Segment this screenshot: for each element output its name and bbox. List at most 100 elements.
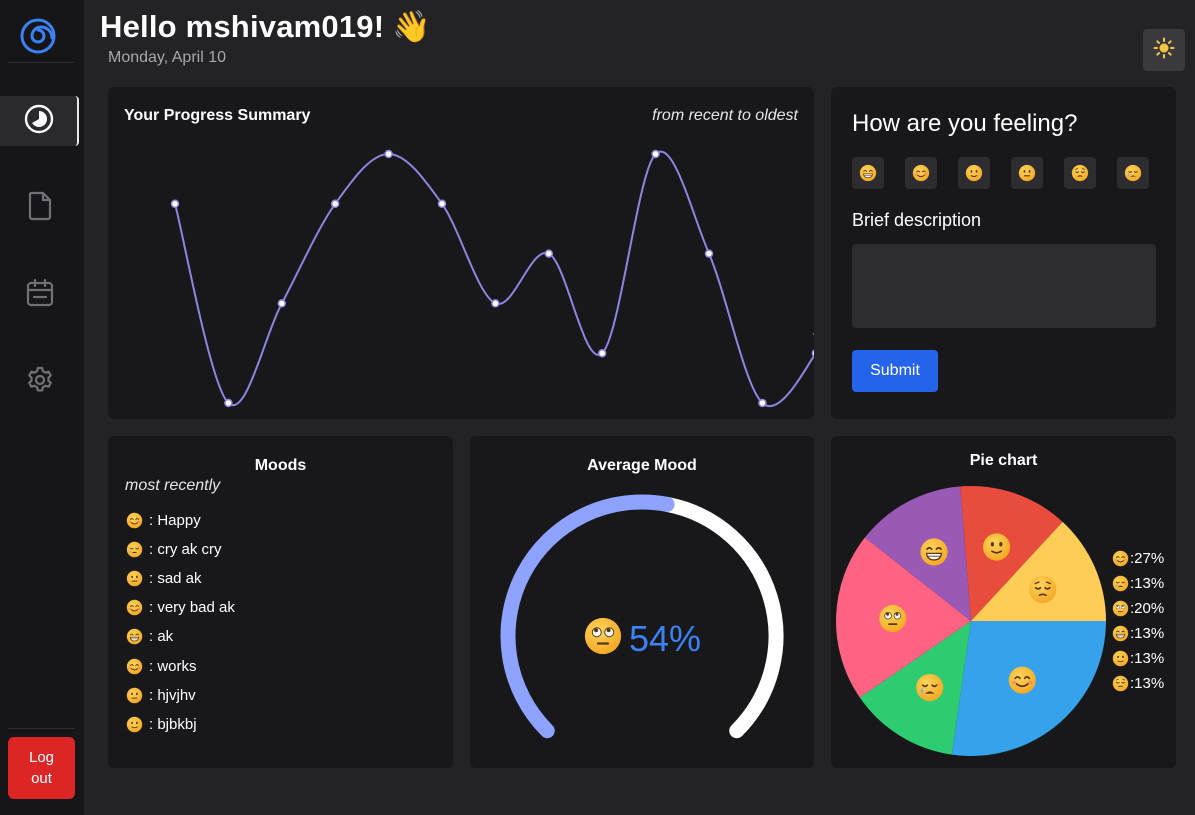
progress-point[interactable] [330, 199, 340, 209]
slight-smile-face-icon [126, 716, 143, 733]
smiling-face-icon [126, 658, 143, 675]
pensive-face-icon [1112, 675, 1129, 692]
mood-list-item: : hjvjhv [126, 681, 235, 710]
pie-legend-item: :27% [1112, 546, 1164, 571]
smiling-face-icon [126, 599, 143, 616]
progress-point[interactable] [437, 199, 447, 209]
page-title: Hello mshivam019! 👋 [100, 8, 431, 45]
rolling-eyes-face-icon [1112, 600, 1129, 617]
spiral-logo-icon[interactable] [20, 18, 56, 54]
moods-subtitle: most recently [125, 477, 221, 494]
feeling-card: How are you feeling? Brief description S… [831, 87, 1176, 419]
crying-face-icon [1112, 575, 1129, 592]
mood-list-item: : bjbkbj [126, 710, 235, 739]
progress-point[interactable] [651, 149, 660, 159]
sidebar: Log out [0, 0, 84, 815]
progress-card: Your Progress Summary from recent to old… [108, 87, 814, 419]
gear-icon [25, 365, 55, 400]
mood-list: : Happy : cry ak cry : sad ak : very bad ak… [126, 506, 235, 739]
neutral-face-icon [1018, 164, 1036, 182]
progress-point[interactable] [811, 349, 814, 358]
mood-list-text: : bjbkbj [149, 715, 197, 733]
current-date: Monday, April 10 [108, 49, 226, 66]
pie-legend-text: :13% [1130, 575, 1165, 592]
pie-legend-item: :13% [1112, 621, 1164, 646]
submit-button[interactable]: Submit [852, 350, 938, 392]
document-icon [26, 191, 54, 226]
calendar-icon [25, 278, 55, 313]
average-percent: 54% [628, 617, 702, 659]
progress-line-series [174, 150, 814, 407]
sidebar-item-documents[interactable] [0, 183, 79, 233]
pie-legend-item: :20% [1112, 596, 1164, 621]
progress-point[interactable] [544, 249, 554, 258]
smiling-face-icon [1008, 666, 1036, 694]
smiling-face-icon [126, 512, 143, 529]
description-label: Brief description [852, 210, 982, 230]
mood-option-grinning[interactable] [852, 157, 884, 189]
grinning-face-icon [859, 164, 877, 182]
crying-face-icon [1124, 164, 1142, 182]
theme-toggle-button[interactable] [1143, 29, 1185, 71]
pie-legend-text: :27% [1130, 550, 1165, 567]
sidebar-item-dashboard[interactable] [0, 96, 79, 146]
progress-point[interactable] [491, 299, 500, 308]
mood-list-item: : sad ak [126, 564, 235, 593]
smiling-face-icon [912, 164, 930, 182]
pie-legend-text: :13% [1130, 625, 1165, 642]
sidebar-item-calendar[interactable] [0, 270, 79, 320]
grinning-face-icon [920, 538, 948, 566]
pie-legend-item: :13% [1112, 646, 1164, 671]
crying-face-icon [916, 673, 944, 702]
progress-point[interactable] [597, 348, 607, 358]
mood-options [852, 157, 1149, 189]
progress-line-chart [170, 149, 814, 408]
pensive-face-icon [1029, 576, 1057, 604]
progress-point[interactable] [758, 398, 767, 408]
progress-point[interactable] [704, 249, 714, 258]
description-input[interactable] [852, 244, 1156, 328]
mood-list-item: : cry ak cry [126, 535, 235, 564]
rolling-eyes-face-icon [879, 604, 907, 633]
average-gauge [500, 494, 784, 739]
mood-list-item: : Happy [126, 506, 235, 535]
mood-list-text: : Happy [149, 512, 201, 530]
progress-point[interactable] [277, 299, 287, 308]
pie-legend-text: :13% [1130, 650, 1165, 667]
moods-title: Moods [254, 457, 307, 474]
slight-smile-face-icon [1112, 650, 1129, 667]
mood-list-item: : very bad ak [126, 593, 235, 622]
mood-option-pensive[interactable] [1064, 157, 1096, 189]
mood-list-item: : works [126, 651, 235, 680]
sun-icon [1153, 37, 1175, 64]
progress-point[interactable] [224, 398, 233, 408]
mood-list-text: : works [149, 657, 197, 675]
dashboard-icon [23, 103, 55, 140]
mood-option-smiling[interactable] [905, 157, 937, 189]
greeting-text: Hello mshivam019! [100, 9, 385, 44]
mood-list-item: : ak [126, 622, 235, 651]
pie-chart [836, 486, 1106, 756]
mood-list-text: : sad ak [149, 570, 202, 588]
mood-option-crying[interactable] [1117, 157, 1149, 189]
logout-button[interactable]: Log out [8, 737, 75, 799]
crying-face-icon [126, 541, 143, 558]
mood-list-text: : very bad ak [149, 599, 235, 617]
mood-option-slight-smile[interactable] [958, 157, 990, 189]
neutral-face-icon [126, 570, 143, 587]
average-mood-card: Average Mood 54% [470, 436, 814, 768]
mood-list-text: : hjvjhv [149, 686, 196, 704]
feeling-title: How are you feeling? [852, 110, 1078, 137]
progress-point[interactable] [384, 149, 393, 159]
slight-smile-face-icon [983, 533, 1011, 561]
progress-point[interactable] [170, 199, 180, 209]
mood-option-neutral[interactable] [1011, 157, 1043, 189]
sidebar-item-settings[interactable] [0, 357, 79, 407]
rolling-eyes-face-icon [583, 616, 623, 661]
pie-legend-item: :13% [1112, 671, 1164, 696]
neutral-face-icon [126, 687, 143, 704]
slight-smile-face-icon [965, 164, 983, 182]
average-value: 54% [470, 616, 814, 661]
mood-list-text: : ak [149, 628, 174, 646]
grinning-face-icon [126, 628, 143, 645]
